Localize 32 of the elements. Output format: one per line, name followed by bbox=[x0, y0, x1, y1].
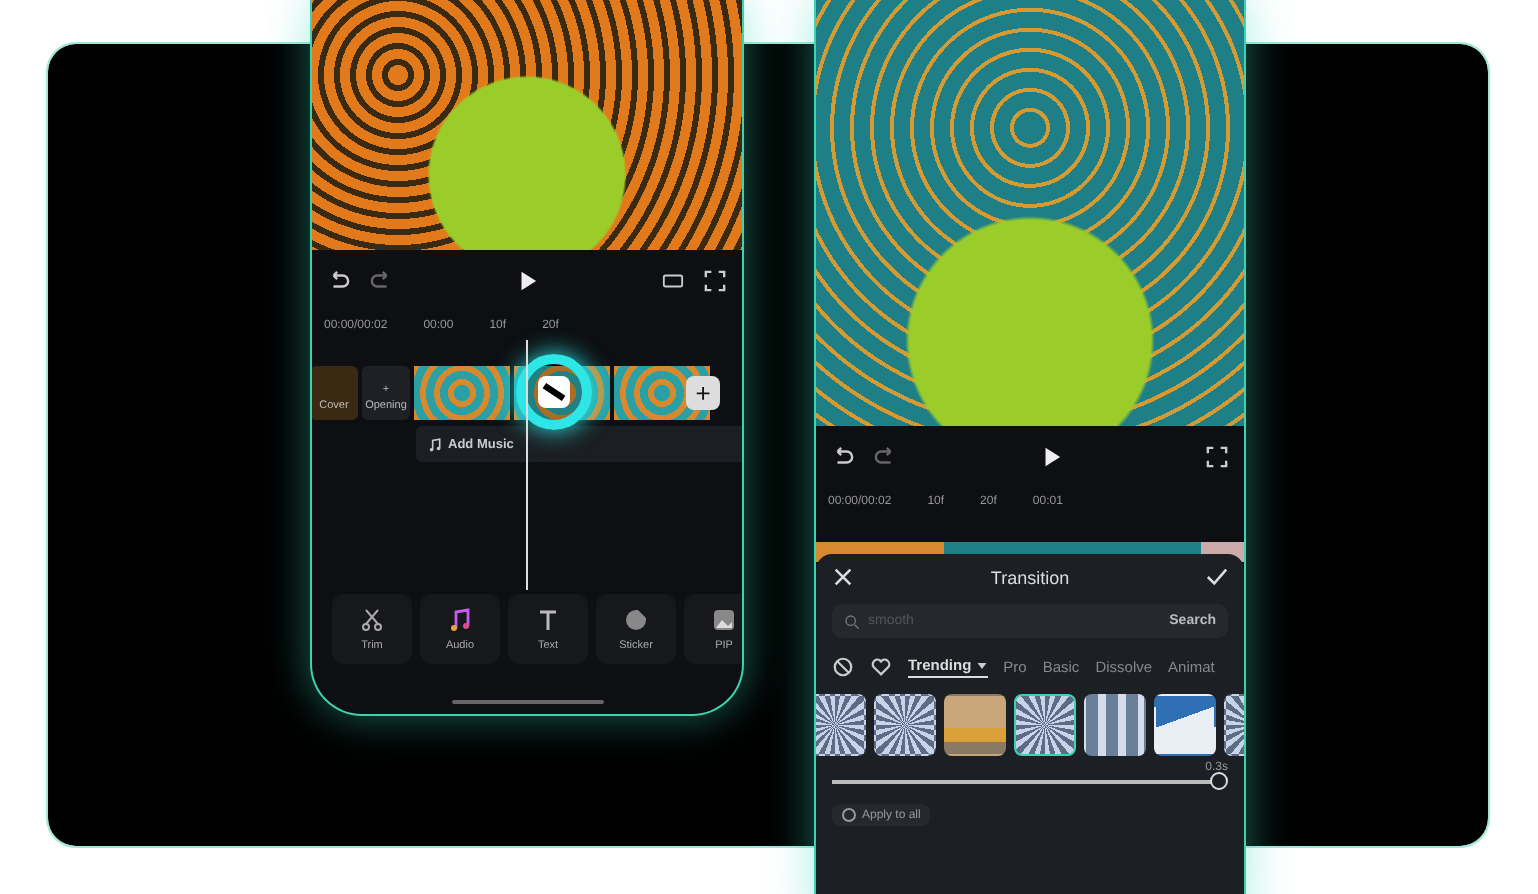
panel-title: Transition bbox=[990, 567, 1070, 587]
redo-icon[interactable] bbox=[370, 269, 392, 291]
redo-icon[interactable] bbox=[874, 445, 896, 467]
scissors-icon bbox=[360, 607, 384, 631]
close-icon[interactable] bbox=[832, 566, 854, 588]
music-note-icon bbox=[428, 437, 442, 451]
transition-thumbnail[interactable] bbox=[874, 694, 936, 756]
fullscreen-icon[interactable] bbox=[1206, 445, 1228, 467]
check-icon[interactable] bbox=[1206, 566, 1228, 588]
heart-icon[interactable] bbox=[870, 656, 892, 678]
music-note-icon bbox=[448, 607, 472, 631]
caret-icon[interactable] bbox=[975, 659, 988, 671]
transition-thumbnail[interactable] bbox=[816, 694, 866, 756]
transition-thumbnail[interactable] bbox=[1084, 694, 1146, 756]
play-icon[interactable] bbox=[516, 269, 538, 291]
video-clip[interactable] bbox=[414, 366, 510, 420]
checkbox[interactable] bbox=[842, 808, 856, 822]
none-icon[interactable] bbox=[832, 656, 854, 678]
slider-thumb[interactable] bbox=[1210, 772, 1228, 790]
add-clip-button[interactable]: + bbox=[686, 376, 720, 410]
fullscreen-icon[interactable] bbox=[704, 269, 726, 291]
sticker-icon bbox=[624, 607, 648, 631]
transition-thumbnail[interactable] bbox=[944, 694, 1006, 756]
undo-icon[interactable] bbox=[832, 445, 854, 467]
undo-icon[interactable] bbox=[328, 269, 350, 291]
transition-thumbnail[interactable] bbox=[1154, 694, 1216, 756]
play-icon[interactable] bbox=[1040, 445, 1062, 467]
search-icon bbox=[844, 613, 860, 629]
slash-icon bbox=[538, 376, 570, 408]
text-icon bbox=[536, 607, 560, 631]
image-icon bbox=[712, 607, 736, 631]
transition-thumbnail[interactable] bbox=[1014, 694, 1076, 756]
